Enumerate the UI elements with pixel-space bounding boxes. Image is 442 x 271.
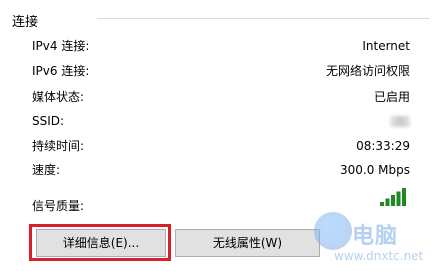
signal-strength-icon	[380, 188, 406, 206]
speed-row: 速度: 300.0 Mbps	[32, 161, 410, 179]
signal-bar	[402, 188, 406, 206]
group-title: 连接	[12, 15, 39, 30]
wireless-properties-button[interactable]: 无线属性(W)	[175, 229, 320, 257]
media-state-value: 已启用	[373, 90, 410, 104]
signal-bar	[391, 195, 395, 206]
site-watermark: 电脑 www.dnxtc.net	[300, 208, 442, 271]
wireless-properties-label: 无线属性(W)	[212, 236, 283, 250]
ipv6-label: IPv6 连接:	[32, 64, 90, 78]
media-state-row: 媒体状态: 已启用	[32, 88, 410, 106]
duration-value: 08:33:29	[356, 139, 410, 153]
ssid-row: SSID:	[32, 112, 410, 130]
ipv4-row: IPv4 连接: Internet	[32, 37, 410, 55]
signal-row: 信号质量:	[32, 188, 410, 215]
signal-bar	[385, 198, 390, 206]
signal-bar	[396, 191, 401, 206]
duration-row: 持续时间: 08:33:29	[32, 137, 410, 155]
ipv6-value: 无网络访问权限	[325, 64, 410, 78]
ipv4-value: Internet	[362, 39, 410, 53]
ssid-label: SSID:	[32, 114, 65, 128]
watermark-text: 电脑	[352, 224, 399, 249]
watermark-url: www.dnxtc.net	[334, 249, 424, 263]
signal-label: 信号质量:	[32, 199, 85, 213]
duration-label: 持续时间:	[32, 139, 85, 153]
highlight-annotation	[29, 224, 171, 261]
speed-label: 速度:	[32, 163, 61, 177]
media-state-label: 媒体状态:	[32, 90, 85, 104]
signal-bar	[380, 202, 384, 206]
group-divider	[97, 18, 430, 19]
speed-value: 300.0 Mbps	[339, 163, 410, 177]
ipv6-row: IPv6 连接: 无网络访问权限	[32, 62, 410, 80]
ipv4-label: IPv4 连接:	[32, 39, 90, 53]
ssid-value-blurred	[390, 116, 410, 127]
